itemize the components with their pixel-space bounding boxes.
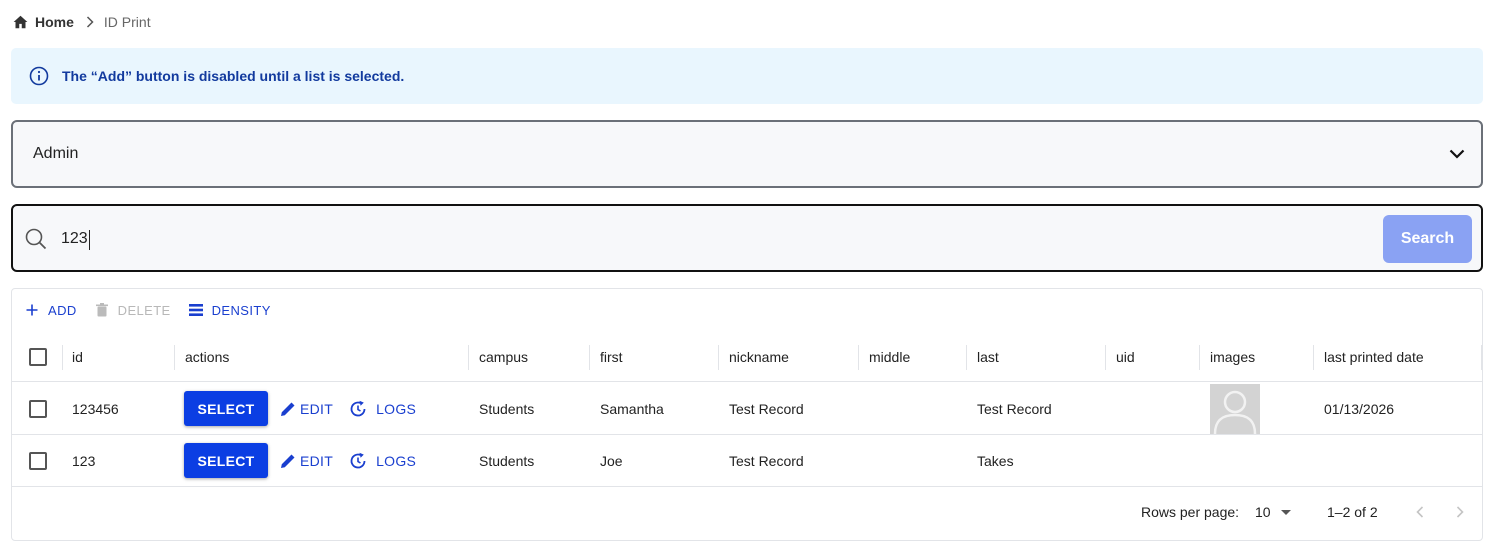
delete-label: DELETE <box>117 302 171 318</box>
trash-icon <box>94 302 110 318</box>
cell-images <box>1210 383 1260 434</box>
row-checkbox[interactable] <box>29 399 47 418</box>
density-icon <box>188 302 204 318</box>
history-icon <box>348 399 368 419</box>
list-select-value: Admin <box>33 145 79 162</box>
breadcrumb-home-link[interactable]: Home <box>35 14 74 30</box>
chevron-down-icon[interactable] <box>1447 146 1467 162</box>
add-button[interactable]: ADD <box>24 302 77 318</box>
cell-campus: Students <box>479 400 535 417</box>
column-header-campus[interactable]: campus <box>479 333 528 381</box>
grid-toolbar: ADD DELETE DENSITY <box>24 301 288 319</box>
column-header-last[interactable]: last <box>977 333 999 381</box>
breadcrumb: Home ID Print <box>12 12 151 32</box>
info-icon <box>28 65 50 87</box>
rows-per-page-select[interactable]: 10 <box>1255 501 1291 523</box>
column-separator[interactable] <box>589 345 590 370</box>
cell-actions: SELECT EDIT LOGS <box>184 435 416 486</box>
plus-icon <box>24 302 40 318</box>
column-header-first[interactable]: first <box>600 333 623 381</box>
home-icon[interactable] <box>12 14 28 30</box>
cell-last: Takes <box>977 452 1014 469</box>
pencil-icon <box>278 399 298 419</box>
breadcrumb-current: ID Print <box>103 14 151 30</box>
previous-page-button[interactable] <box>1409 501 1431 523</box>
info-banner: The “Add” button is disabled until a lis… <box>11 48 1483 104</box>
column-separator[interactable] <box>174 345 175 370</box>
column-separator[interactable] <box>966 345 967 370</box>
grid-header-row: id actions campus first nickname middle … <box>12 333 1482 382</box>
select-all-checkbox[interactable] <box>29 348 47 366</box>
column-separator[interactable] <box>62 345 63 370</box>
row-checkbox-cell <box>29 383 47 434</box>
cell-nickname: Test Record <box>729 400 804 417</box>
chevron-right-icon <box>1456 506 1464 518</box>
list-select[interactable]: Admin <box>11 120 1483 188</box>
density-button[interactable]: DENSITY <box>188 302 271 318</box>
delete-button[interactable]: DELETE <box>94 302 171 318</box>
edit-label: EDIT <box>300 452 334 469</box>
add-label: ADD <box>48 302 77 318</box>
row-checkbox-cell <box>29 435 47 486</box>
search-input[interactable] <box>61 224 1361 254</box>
info-message: The “Add” button is disabled until a lis… <box>62 68 405 84</box>
search-icon <box>25 228 47 250</box>
text-caret <box>89 230 90 250</box>
grid-footer: Rows per page: 10 1–2 of 2 <box>12 487 1482 541</box>
cell-id: 123456 <box>72 400 119 417</box>
cell-last-printed-date: 01/13/2026 <box>1324 400 1395 417</box>
column-header-nickname[interactable]: nickname <box>729 333 789 381</box>
cell-actions: SELECT EDIT LOGS <box>184 383 416 434</box>
logs-button[interactable]: LOGS <box>348 451 416 471</box>
select-button[interactable]: SELECT <box>184 443 268 478</box>
next-page-button[interactable] <box>1449 501 1471 523</box>
column-header-uid[interactable]: uid <box>1116 333 1135 381</box>
column-separator[interactable] <box>1313 345 1314 370</box>
chevron-right-icon <box>86 16 94 28</box>
logs-button[interactable]: LOGS <box>348 399 416 419</box>
column-separator[interactable] <box>1199 345 1200 370</box>
cell-id: 123 <box>72 452 96 469</box>
logs-label: LOGS <box>376 400 417 417</box>
row-checkbox[interactable] <box>29 451 47 470</box>
cell-nickname: Test Record <box>729 452 804 469</box>
search-box: Search <box>11 204 1483 272</box>
column-separator[interactable] <box>468 345 469 370</box>
table-row[interactable]: 123 SELECT EDIT LOGS Students Joe Test R… <box>12 435 1482 487</box>
column-header-last-printed-date[interactable]: last printed date <box>1324 333 1424 381</box>
logs-label: LOGS <box>376 452 417 469</box>
pagination-range: 1–2 of 2 <box>1327 504 1378 520</box>
history-icon <box>348 451 368 471</box>
avatar[interactable] <box>1210 383 1260 434</box>
edit-button[interactable]: EDIT <box>278 399 333 419</box>
pencil-icon <box>278 451 298 471</box>
column-separator[interactable] <box>858 345 859 370</box>
column-header-middle[interactable]: middle <box>869 333 910 381</box>
column-header-actions[interactable]: actions <box>185 333 229 381</box>
column-separator[interactable] <box>1481 345 1482 370</box>
cell-first: Joe <box>600 452 623 469</box>
table-row[interactable]: 123456 SELECT EDIT LOGS Students Samanth… <box>12 383 1482 435</box>
chevron-left-icon <box>1416 506 1424 518</box>
cell-last: Test Record <box>977 400 1052 417</box>
caret-down-icon <box>1280 509 1291 515</box>
select-all-cell <box>29 333 47 381</box>
rows-per-page-value: 10 <box>1255 504 1271 520</box>
search-button[interactable]: Search <box>1383 215 1472 263</box>
rows-per-page-label: Rows per page: <box>1141 504 1240 520</box>
density-label: DENSITY <box>211 302 271 318</box>
data-grid: ADD DELETE DENSITY id actions campus fir… <box>11 288 1483 541</box>
edit-label: EDIT <box>300 400 334 417</box>
select-button[interactable]: SELECT <box>184 391 268 426</box>
column-separator[interactable] <box>1105 345 1106 370</box>
edit-button[interactable]: EDIT <box>278 451 333 471</box>
column-separator[interactable] <box>718 345 719 370</box>
column-header-images[interactable]: images <box>1210 333 1255 381</box>
cell-campus: Students <box>479 452 535 469</box>
column-header-id[interactable]: id <box>72 333 83 381</box>
cell-first: Samantha <box>600 400 664 417</box>
